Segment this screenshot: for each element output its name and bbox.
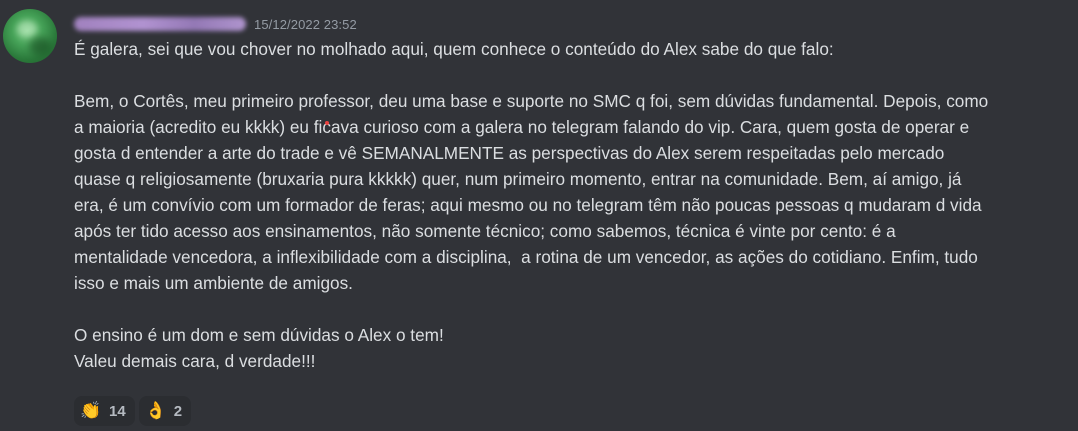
- message-content: É galera, sei que vou chover no molhado …: [74, 36, 1074, 374]
- message-paragraph: É galera, sei que vou chover no molhado …: [74, 39, 834, 59]
- reaction-clap[interactable]: 👏 14: [74, 396, 135, 426]
- message-paragraph: O ensino é um dom e sem dúvidas o Alex o…: [74, 325, 444, 371]
- message-timestamp: 15/12/2022 23:52: [254, 16, 357, 32]
- reaction-count: 2: [173, 402, 183, 420]
- ok-hand-icon: 👌: [145, 401, 167, 420]
- chat-message: 15/12/2022 23:52 É galera, sei que vou c…: [0, 0, 1078, 431]
- message-header: 15/12/2022 23:52: [74, 14, 357, 34]
- reaction-count: 14: [109, 402, 126, 420]
- username-blurred[interactable]: [74, 17, 246, 31]
- clapping-hands-icon: 👏: [80, 401, 102, 420]
- red-dot-marker: [325, 121, 329, 125]
- reaction-bar: 👏 14 👌 2: [74, 396, 192, 426]
- reaction-ok-hand[interactable]: 👌 2: [138, 396, 192, 426]
- user-avatar[interactable]: [3, 9, 57, 63]
- message-paragraph: Bem, o Cortês, meu primeiro professor, d…: [74, 91, 989, 293]
